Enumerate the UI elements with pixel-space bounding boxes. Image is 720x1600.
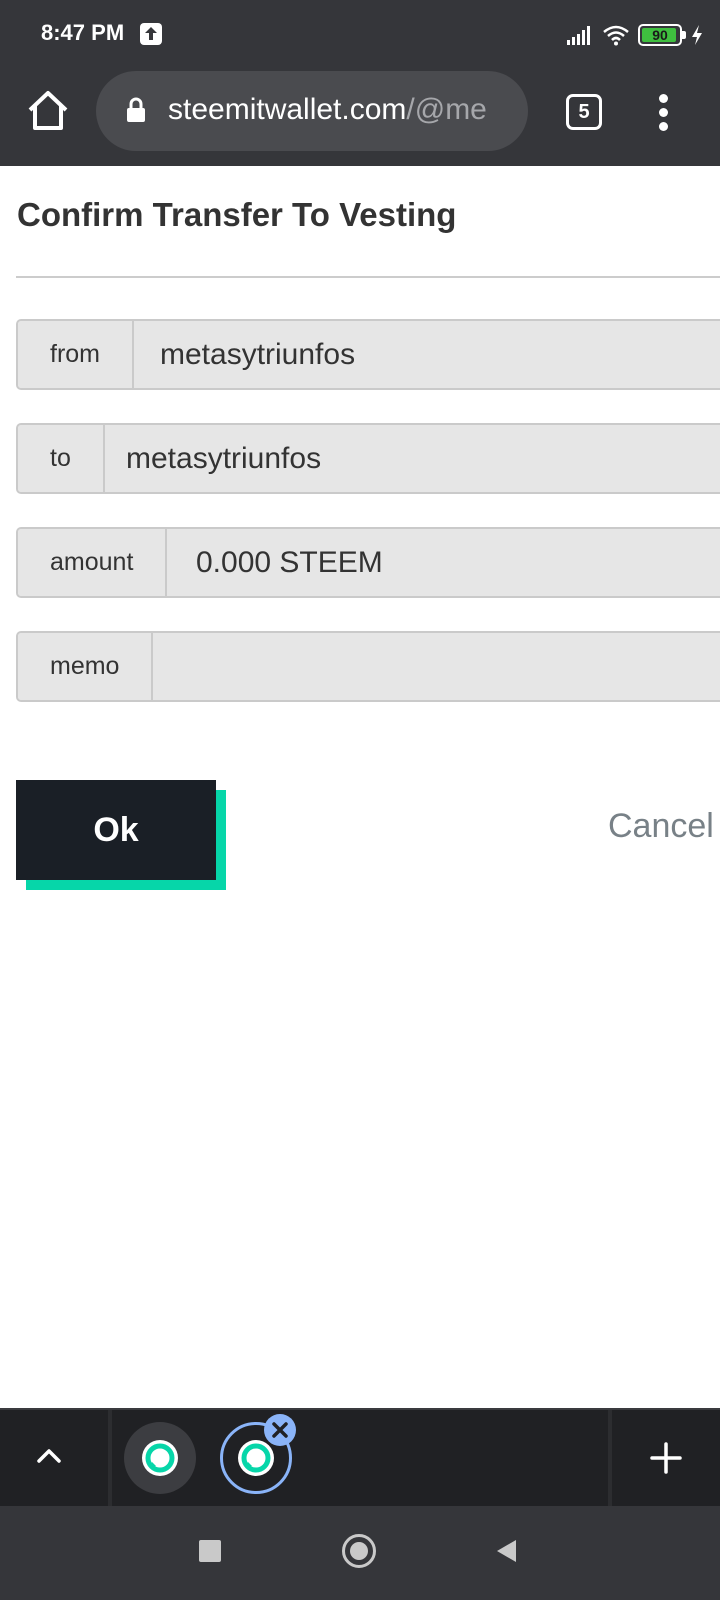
bolt-icon <box>692 25 702 45</box>
amount-label: amount <box>18 529 168 596</box>
recents-button[interactable] <box>199 1540 221 1562</box>
from-field: from metasytriunfos <box>16 319 720 390</box>
close-tab-button[interactable] <box>264 1414 296 1446</box>
upload-icon <box>140 23 162 45</box>
expand-tabs-button[interactable] <box>0 1410 108 1506</box>
amount-value: 0.000 STEEM <box>196 546 383 579</box>
url-bar[interactable]: steemitwallet.com/@me <box>96 71 528 151</box>
battery-level: 90 <box>652 27 668 43</box>
strip-separator <box>108 1410 112 1506</box>
url-text: steemitwallet.com/@me <box>168 93 518 127</box>
url-host: steemitwallet.com <box>168 93 407 126</box>
menu-dot-icon <box>659 122 668 131</box>
tab-switcher-button[interactable]: 5 <box>566 94 602 130</box>
new-tab-button[interactable] <box>612 1410 720 1506</box>
title-divider <box>16 276 720 278</box>
browser-toolbar: steemitwallet.com/@me 5 <box>0 68 720 166</box>
system-nav-bar <box>0 1506 720 1600</box>
wifi-icon <box>603 25 629 46</box>
ok-button[interactable]: Ok <box>16 780 216 880</box>
memo-field: memo <box>16 631 720 702</box>
bottom-tab-strip <box>0 1408 720 1506</box>
status-time: 8:47 PM <box>41 20 125 45</box>
home-circle-icon <box>350 1542 368 1560</box>
to-field: to metasytriunfos <box>16 423 720 494</box>
chevron-up-icon <box>37 1449 61 1463</box>
to-label: to <box>18 425 105 492</box>
from-value: metasytriunfos <box>160 338 356 371</box>
home-button[interactable] <box>24 86 72 134</box>
battery-icon: 90 <box>638 24 686 46</box>
memo-label: memo <box>18 633 154 700</box>
dialog-title: Confirm Transfer To Vesting <box>17 196 457 233</box>
amount-field: amount 0.000 STEEM <box>16 527 720 598</box>
cancel-button[interactable]: Cancel <box>608 807 714 846</box>
menu-dot-icon <box>659 108 668 117</box>
plus-icon <box>650 1442 682 1474</box>
status-icons: 90 <box>566 22 704 48</box>
lock-icon <box>127 97 145 122</box>
signal-icon <box>567 26 590 45</box>
status-bar: 8:47 PM 90 <box>0 0 720 68</box>
overflow-menu-button[interactable] <box>650 92 678 132</box>
home-icon <box>28 91 68 130</box>
menu-dot-icon <box>659 94 668 103</box>
to-value: metasytriunfos <box>126 442 322 475</box>
close-icon <box>272 1422 288 1438</box>
from-label: from <box>18 321 134 388</box>
url-path: /@me <box>406 93 487 126</box>
system-home-button[interactable] <box>342 1534 376 1568</box>
tab-thumbnail[interactable] <box>124 1422 196 1494</box>
battery-nub <box>682 31 686 39</box>
back-button[interactable] <box>494 1538 518 1564</box>
steem-logo-icon <box>142 1440 178 1476</box>
